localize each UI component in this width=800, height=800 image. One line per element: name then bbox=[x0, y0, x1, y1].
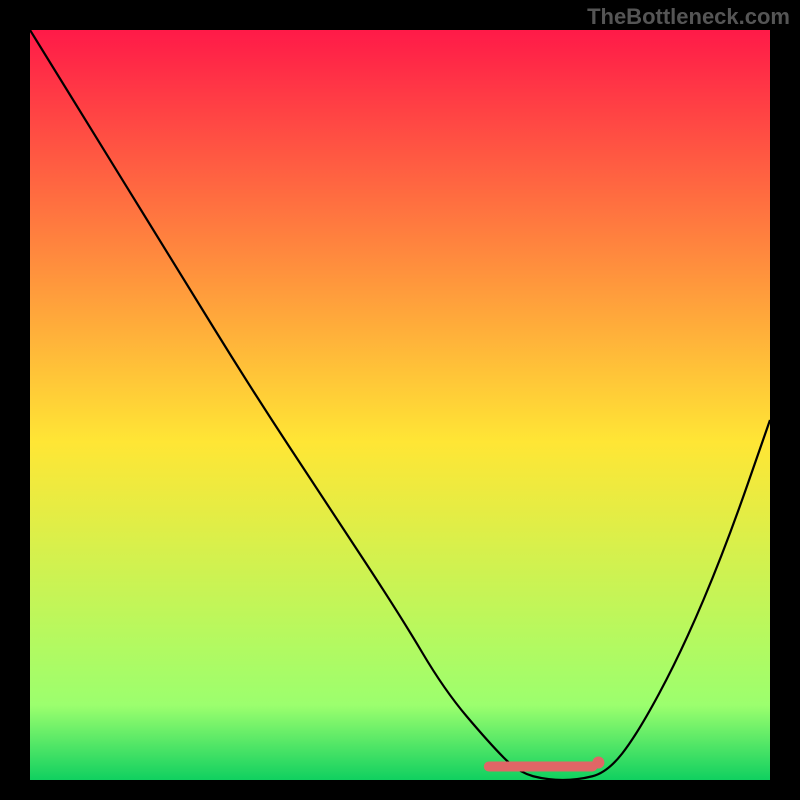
plot-area bbox=[30, 30, 770, 780]
chart-frame: TheBottleneck.com bbox=[0, 0, 800, 800]
gradient-background bbox=[30, 30, 770, 780]
chart-svg bbox=[30, 30, 770, 780]
optimal-range-end-dot bbox=[592, 757, 604, 769]
watermark: TheBottleneck.com bbox=[587, 4, 790, 30]
